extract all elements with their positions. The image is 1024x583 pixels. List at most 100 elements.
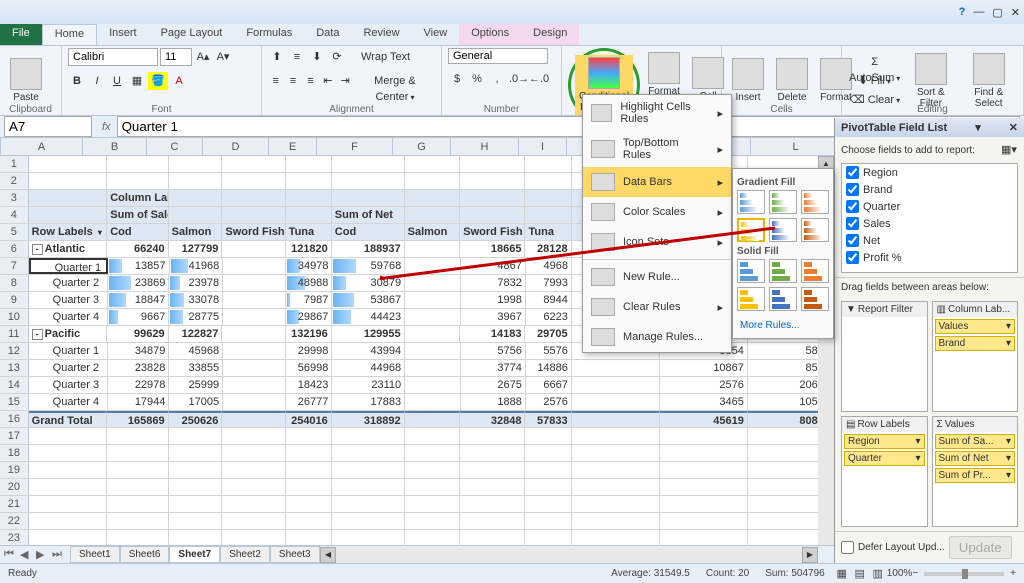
- cell[interactable]: 18665: [460, 241, 525, 257]
- cell[interactable]: 121820: [286, 241, 332, 257]
- cell[interactable]: [572, 377, 660, 393]
- cell[interactable]: [405, 309, 461, 325]
- cell[interactable]: [405, 360, 461, 376]
- row-header[interactable]: 1: [0, 156, 29, 172]
- defer-layout-checkbox[interactable]: [841, 541, 854, 554]
- autosum-button[interactable]: Σ AutoSum: [848, 53, 901, 71]
- data-bar-swatch[interactable]: [769, 190, 797, 214]
- align-center-button[interactable]: ≡: [285, 72, 300, 90]
- cell[interactable]: 28775: [169, 309, 223, 325]
- cell[interactable]: [222, 156, 285, 172]
- field-pill[interactable]: Values▾: [935, 319, 1016, 334]
- dec-decimal-button[interactable]: ←.0: [528, 70, 546, 88]
- row-header[interactable]: 11: [0, 326, 29, 342]
- cell[interactable]: Quarter 2: [29, 360, 108, 376]
- row-header[interactable]: 12: [0, 343, 29, 359]
- cell[interactable]: Sum of Sales: [107, 207, 168, 223]
- row-header[interactable]: 9: [0, 292, 29, 308]
- cell[interactable]: 41968: [170, 258, 224, 274]
- row-header[interactable]: 13: [0, 360, 29, 376]
- cell[interactable]: [405, 394, 461, 410]
- row-header[interactable]: 18: [0, 445, 29, 461]
- cell[interactable]: [660, 530, 748, 545]
- cell[interactable]: [223, 258, 286, 274]
- cell[interactable]: [107, 479, 168, 495]
- row-header[interactable]: 15: [0, 394, 29, 410]
- cell[interactable]: Sword Fish: [222, 224, 285, 240]
- zoom-in-button[interactable]: +: [1010, 568, 1016, 579]
- name-box[interactable]: [4, 116, 92, 137]
- cell[interactable]: [223, 292, 286, 308]
- view-pagebreak-button[interactable]: ▥: [869, 565, 887, 583]
- cell[interactable]: 33078: [169, 292, 223, 308]
- percent-button[interactable]: %: [468, 70, 486, 88]
- scroll-left-button[interactable]: ◀: [320, 547, 336, 563]
- cell[interactable]: [222, 445, 285, 461]
- tab-review[interactable]: Review: [351, 24, 411, 45]
- indent-inc-button[interactable]: ⇥: [338, 72, 353, 90]
- report-filter-area[interactable]: ▼Report Filter: [841, 301, 928, 412]
- cell[interactable]: 30879: [332, 275, 405, 291]
- font-family-combo[interactable]: [68, 48, 158, 66]
- close-icon[interactable]: ✕: [1011, 6, 1020, 19]
- cell[interactable]: [286, 496, 332, 512]
- field-list-layout-button[interactable]: ▦▾: [1000, 141, 1018, 159]
- row-header[interactable]: 2: [0, 173, 29, 189]
- row-header[interactable]: 23: [0, 530, 29, 545]
- tab-options[interactable]: Options: [459, 24, 521, 45]
- cell[interactable]: 1998: [461, 292, 526, 308]
- cell[interactable]: [332, 530, 405, 545]
- align-bottom-button[interactable]: ⬇: [308, 48, 326, 66]
- cf-menu-item[interactable]: Data Bars▸: [583, 167, 731, 197]
- cell[interactable]: [107, 462, 168, 478]
- col-header-G[interactable]: G: [393, 138, 451, 155]
- cell[interactable]: [660, 513, 748, 529]
- row-header[interactable]: 19: [0, 462, 29, 478]
- col-header-D[interactable]: D: [203, 138, 269, 155]
- cell[interactable]: [286, 530, 332, 545]
- cell[interactable]: [107, 530, 168, 545]
- row-header[interactable]: 17: [0, 428, 29, 444]
- cell[interactable]: 25999: [169, 377, 223, 393]
- cell[interactable]: 5756: [461, 343, 526, 359]
- tab-view[interactable]: View: [412, 24, 460, 45]
- cell[interactable]: [107, 513, 168, 529]
- cell[interactable]: Cod: [332, 224, 405, 240]
- cell[interactable]: 56998: [286, 360, 332, 376]
- cell[interactable]: [332, 156, 405, 172]
- cell[interactable]: [286, 513, 332, 529]
- cell[interactable]: 5576: [526, 343, 572, 359]
- cell[interactable]: 4968: [526, 258, 572, 274]
- cell[interactable]: 29998: [286, 343, 332, 359]
- cell[interactable]: [29, 156, 108, 172]
- align-left-button[interactable]: ≡: [268, 72, 283, 90]
- cell[interactable]: [525, 496, 571, 512]
- tab-page-layout[interactable]: Page Layout: [149, 24, 235, 45]
- cell[interactable]: 254016: [286, 411, 332, 427]
- cell[interactable]: [460, 496, 525, 512]
- cell[interactable]: [29, 496, 108, 512]
- cell[interactable]: [405, 326, 461, 342]
- cell[interactable]: 14183: [460, 326, 525, 342]
- cell[interactable]: [572, 462, 660, 478]
- cell[interactable]: [286, 207, 332, 223]
- values-area[interactable]: ΣValues Sum of Sa...▾Sum of Net▾Sum of P…: [932, 416, 1019, 527]
- zoom-slider[interactable]: [924, 572, 1004, 576]
- cell[interactable]: [223, 275, 286, 291]
- field-list-field[interactable]: Quarter: [842, 198, 1017, 215]
- cell[interactable]: [286, 156, 332, 172]
- cell[interactable]: 34978: [286, 258, 332, 274]
- data-bar-swatch[interactable]: [801, 190, 829, 214]
- cell[interactable]: [405, 479, 461, 495]
- cell[interactable]: Grand Total: [29, 411, 108, 427]
- col-header-H[interactable]: H: [451, 138, 519, 155]
- cell[interactable]: Quarter 4: [29, 309, 108, 325]
- cell[interactable]: [525, 445, 571, 461]
- field-list-dropdown[interactable]: ▾: [975, 121, 981, 134]
- font-color-button[interactable]: A: [170, 72, 188, 90]
- field-list-close-icon[interactable]: ✕: [1009, 121, 1018, 134]
- fx-icon[interactable]: fx: [96, 121, 117, 133]
- sheet-tab[interactable]: Sheet6: [120, 546, 170, 563]
- cell[interactable]: [460, 479, 525, 495]
- cell[interactable]: [405, 462, 461, 478]
